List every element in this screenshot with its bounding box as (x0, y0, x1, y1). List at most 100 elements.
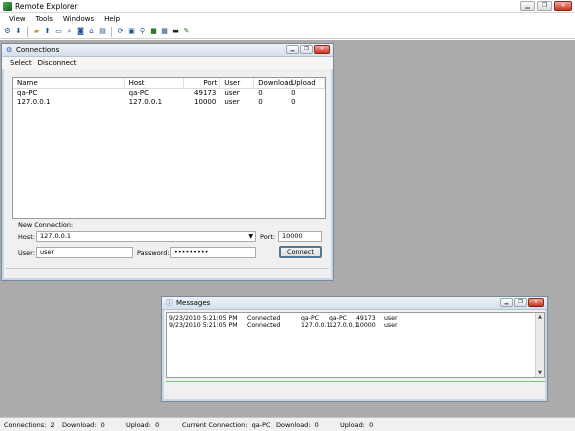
maximize-button[interactable]: ❐ (537, 1, 552, 11)
log-icon[interactable]: ▦ (160, 27, 169, 36)
cell-upload: 0 (291, 98, 296, 106)
message-status: Connected (247, 315, 281, 322)
menu-windows[interactable]: Windows (58, 13, 99, 25)
status-current-download: Download: 0 (276, 420, 319, 429)
menu-bar: View Tools Windows Help (0, 13, 575, 25)
host-combobox[interactable]: 127.0.0.1 ▼ (36, 231, 256, 242)
message-port: 10000 (356, 322, 376, 329)
menu-help[interactable]: Help (99, 13, 125, 25)
cell-upload: 0 (291, 89, 296, 97)
app-title: Remote Explorer (15, 2, 78, 11)
menu-disconnect[interactable]: Disconnect (35, 57, 80, 69)
cell-port: 49173 (194, 89, 217, 97)
messages-list[interactable]: 9/23/2010 5:21:05 PM Connected qa-PC qa-… (166, 312, 545, 378)
monitor-icon[interactable]: ■ (149, 27, 158, 36)
connections-maximize-button[interactable]: ❐ (300, 45, 313, 54)
column-header-host[interactable]: Host (125, 78, 185, 88)
scroll-down-icon[interactable]: ▼ (536, 369, 544, 377)
cell-download: 0 (258, 98, 263, 106)
user-field[interactable]: user (36, 247, 133, 258)
column-header-port[interactable]: Port (184, 78, 221, 88)
port-field[interactable]: 10000 (278, 231, 322, 242)
network-icon[interactable]: ⌂ (87, 27, 96, 36)
message-port: 49173 (356, 315, 376, 322)
column-header-download[interactable]: Download (254, 78, 293, 88)
host-label: Host: (18, 233, 35, 241)
cell-user: user (224, 89, 240, 97)
connections-minimize-button[interactable]: ▁ (286, 45, 299, 54)
column-header-name[interactable]: Name (13, 78, 125, 88)
message-host: qa-PC (301, 315, 320, 322)
message-user: user (384, 322, 398, 329)
terminal-icon[interactable]: ▣ (127, 27, 136, 36)
user-value: user (40, 248, 55, 256)
tools-icon[interactable]: ✎ (182, 27, 191, 36)
messages-titlebar[interactable]: ⓘ Messages ▁ ❐ ✕ (162, 297, 547, 310)
toolbar-separator (111, 26, 112, 37)
app-logo-icon (3, 2, 12, 11)
status-current-upload: Upload: 0 (340, 420, 374, 429)
messages-scrollbar[interactable]: ▲ ▼ (535, 313, 544, 377)
cell-download: 0 (258, 89, 263, 97)
status-bar: Connections: 2 Download: 0 Upload: 0 Cur… (0, 417, 575, 431)
messages-maximize-button[interactable]: ❐ (514, 298, 527, 307)
toolbar-separator (27, 26, 28, 37)
table-row[interactable]: 127.0.0.1 127.0.0.1 10000 user 0 0 (13, 98, 325, 107)
window-controls: ▁ ❐ ✕ (520, 1, 572, 11)
connections-menu: Select Disconnect (2, 57, 333, 69)
password-value: ••••••••• (174, 248, 209, 256)
table-row[interactable]: qa-PC qa-PC 49173 user 0 0 (13, 89, 325, 98)
messages-minimize-button[interactable]: ▁ (500, 298, 513, 307)
connections-footer (6, 268, 329, 276)
list-item[interactable]: 9/23/2010 5:21:05 PM Connected 127.0.0.1… (167, 322, 544, 329)
messages-title: Messages (176, 299, 211, 307)
connections-window: ⚙ Connections ▁ ❐ ✕ Select Disconnect Na… (1, 43, 334, 281)
find-icon[interactable]: ⚲ (138, 27, 147, 36)
settings-icon[interactable]: ▤ (98, 27, 107, 36)
messages-close-button[interactable]: ✕ (528, 298, 544, 307)
refresh-icon[interactable]: ⟳ (116, 27, 125, 36)
window-icon[interactable]: ▭ (54, 27, 63, 36)
cell-port: 10000 (194, 98, 217, 106)
menu-tools[interactable]: Tools (31, 13, 58, 25)
message-time: 9/23/2010 5:21:05 PM (169, 315, 238, 322)
minimize-button[interactable]: ▁ (520, 1, 535, 11)
connect-button[interactable]: Connect (279, 246, 322, 258)
close-button[interactable]: ✕ (554, 1, 572, 11)
message-host: 127.0.0.1 (301, 322, 331, 329)
cell-user: user (224, 98, 240, 106)
message-time: 9/23/2010 5:21:05 PM (169, 322, 238, 329)
new-connection-label: New Connection: (18, 221, 74, 229)
column-header-upload[interactable]: Upload (287, 78, 326, 88)
connections-titlebar[interactable]: ⚙ Connections ▁ ❐ ✕ (2, 44, 333, 57)
list-item[interactable]: 9/23/2010 5:21:05 PM Connected qa-PC qa-… (167, 315, 544, 322)
folder-icon[interactable]: ▰ (32, 27, 41, 36)
cell-host: qa-PC (128, 89, 149, 97)
app-titlebar: Remote Explorer ▁ ❐ ✕ (0, 0, 575, 13)
menu-view[interactable]: View (4, 13, 31, 25)
password-field[interactable]: ••••••••• (170, 247, 256, 258)
connections-table[interactable]: Name Host Port User Download Upload qa-P… (12, 77, 326, 219)
port-label: Port: (260, 233, 276, 241)
download-icon[interactable]: ⬇ (14, 27, 23, 36)
connect-icon[interactable]: ⚙ (3, 27, 12, 36)
status-current-connection: Current Connection: qa-PC (182, 420, 271, 429)
upload-icon[interactable]: ⬆ (43, 27, 52, 36)
status-download: Download: 0 (62, 420, 105, 429)
cell-name: qa-PC (17, 89, 38, 97)
console-icon[interactable]: ▬ (171, 27, 180, 36)
cell-host: 127.0.0.1 (128, 98, 163, 106)
search-icon[interactable]: ⌕ (65, 27, 74, 36)
message-name: qa-PC (329, 315, 348, 322)
menu-select[interactable]: Select (7, 57, 35, 69)
status-upload: Upload: 0 (126, 420, 160, 429)
remote-icon[interactable]: ◙ (76, 27, 85, 36)
connections-title: Connections (16, 46, 60, 54)
cell-name: 127.0.0.1 (17, 98, 51, 106)
column-header-user[interactable]: User (220, 78, 255, 88)
connections-close-button[interactable]: ✕ (314, 45, 330, 54)
message-user: user (384, 315, 398, 322)
chevron-down-icon[interactable]: ▼ (248, 232, 253, 241)
scroll-up-icon[interactable]: ▲ (536, 313, 544, 321)
table-header: Name Host Port User Download Upload (13, 78, 326, 89)
